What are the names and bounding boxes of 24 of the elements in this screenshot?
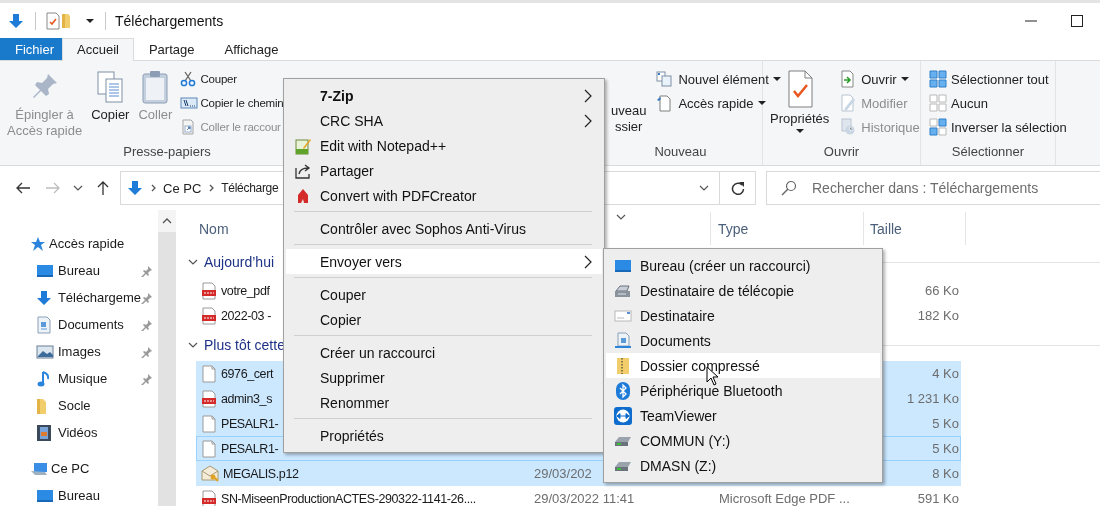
date-text: 29/03/2022 11:41 [534, 491, 635, 506]
file-name: 2022-03 - [221, 308, 271, 323]
size-text: 5 Ko [932, 441, 959, 456]
date-text: 29/03/202 [534, 466, 592, 481]
size-text: 8 Ko [932, 466, 959, 481]
size-text: 1 231 Ko [906, 391, 959, 406]
file-name: 6976_cert [221, 366, 273, 381]
size-text: 182 Ko [917, 308, 959, 323]
file-name: PESALR1- [221, 416, 279, 431]
file-name: admin3_s [221, 391, 272, 406]
group-label: Sélectionner [950, 143, 1026, 161]
window-title: Téléchargements [115, 12, 224, 29]
group-label: Presse-papiers [122, 143, 212, 161]
type-text: Microsoft Edge PDF ... [719, 491, 850, 506]
group-label: Ouvrir [822, 143, 861, 161]
file-name: PESALR1- [221, 441, 279, 456]
group-label: Nouveau [653, 143, 708, 161]
size-text: 5 Ko [932, 416, 959, 431]
size-text: 66 Ko [925, 283, 959, 298]
file-name: SN-MiseenProductionACTES-290322-1141-26.... [221, 491, 476, 506]
file-name: votre_pdf [221, 283, 270, 298]
file-name: MEGALIS.p12 [223, 466, 299, 481]
size-text: 4 Ko [932, 366, 959, 381]
size-text: 591 Ko [917, 491, 959, 506]
